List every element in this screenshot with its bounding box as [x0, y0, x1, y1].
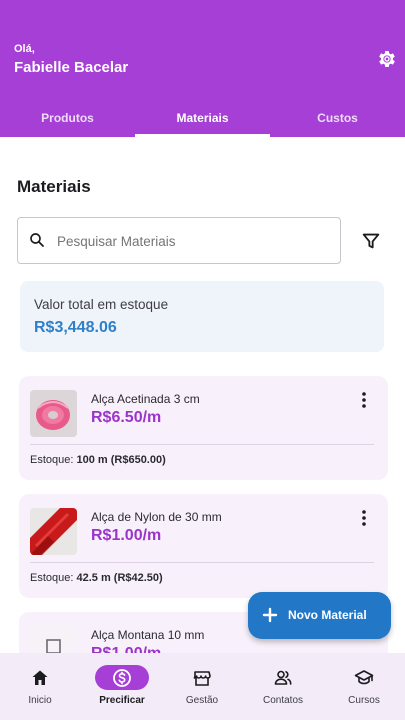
- material-price: R$1.00/m: [91, 527, 162, 544]
- nav-label-precificar[interactable]: Precificar: [82, 695, 162, 706]
- search-input[interactable]: [57, 231, 327, 251]
- tab-produtos[interactable]: Produtos: [0, 98, 135, 137]
- nav-label-gestao[interactable]: Gestão: [162, 695, 242, 706]
- more-options-icon[interactable]: [357, 390, 371, 410]
- material-stock: Estoque: 42.5 m (R$42.50): [30, 572, 163, 584]
- pink-ribbon-image: [30, 390, 77, 437]
- image-placeholder-icon: [30, 626, 77, 653]
- material-name: Alça de Nylon de 30 mm: [91, 510, 222, 524]
- material-thumbnail: [30, 390, 77, 437]
- stock-total-card: [20, 281, 384, 352]
- stock-total-value: R$3,448.06: [34, 319, 117, 336]
- material-thumbnail: [30, 626, 77, 653]
- gear-icon[interactable]: [376, 48, 398, 70]
- user-name: Fabielle Bacelar: [14, 59, 129, 76]
- graduation-cap-icon[interactable]: [354, 668, 374, 688]
- nav-label-cursos[interactable]: Cursos: [324, 695, 404, 706]
- material-thumbnail: [30, 508, 77, 555]
- tab-custos[interactable]: Custos: [270, 98, 405, 137]
- plus-icon: [262, 607, 278, 623]
- more-options-icon[interactable]: [357, 508, 371, 528]
- tab-bar: Produtos Materiais Custos: [0, 98, 405, 137]
- stock-total-label: Valor total em estoque: [34, 297, 169, 312]
- page-title: Materiais: [17, 177, 91, 196]
- material-price: R$1.00/m: [91, 645, 161, 653]
- material-price: R$6.50/m: [91, 409, 162, 426]
- home-icon[interactable]: [30, 668, 50, 688]
- nav-label-inicio[interactable]: Inicio: [0, 695, 80, 706]
- nav-label-contatos[interactable]: Contatos: [243, 695, 323, 706]
- red-strap-image: [30, 508, 77, 555]
- tab-materiais[interactable]: Materiais: [135, 98, 270, 137]
- greeting-text: Olá,: [14, 43, 35, 55]
- search-icon: [30, 233, 44, 247]
- new-material-label: Novo Material: [288, 608, 367, 622]
- material-name: Alça Acetinada 3 cm: [91, 392, 200, 406]
- contacts-icon[interactable]: [273, 668, 293, 688]
- dollar-icon[interactable]: [112, 668, 132, 688]
- material-name: Alça Montana 10 mm: [91, 628, 205, 642]
- card-divider: [30, 562, 374, 563]
- material-stock: Estoque: 100 m (R$650.00): [30, 454, 166, 466]
- filter-icon[interactable]: [360, 230, 382, 252]
- card-divider: [30, 444, 374, 445]
- material-price-clip: R$1.00/m: [91, 645, 171, 653]
- store-icon[interactable]: [192, 668, 212, 688]
